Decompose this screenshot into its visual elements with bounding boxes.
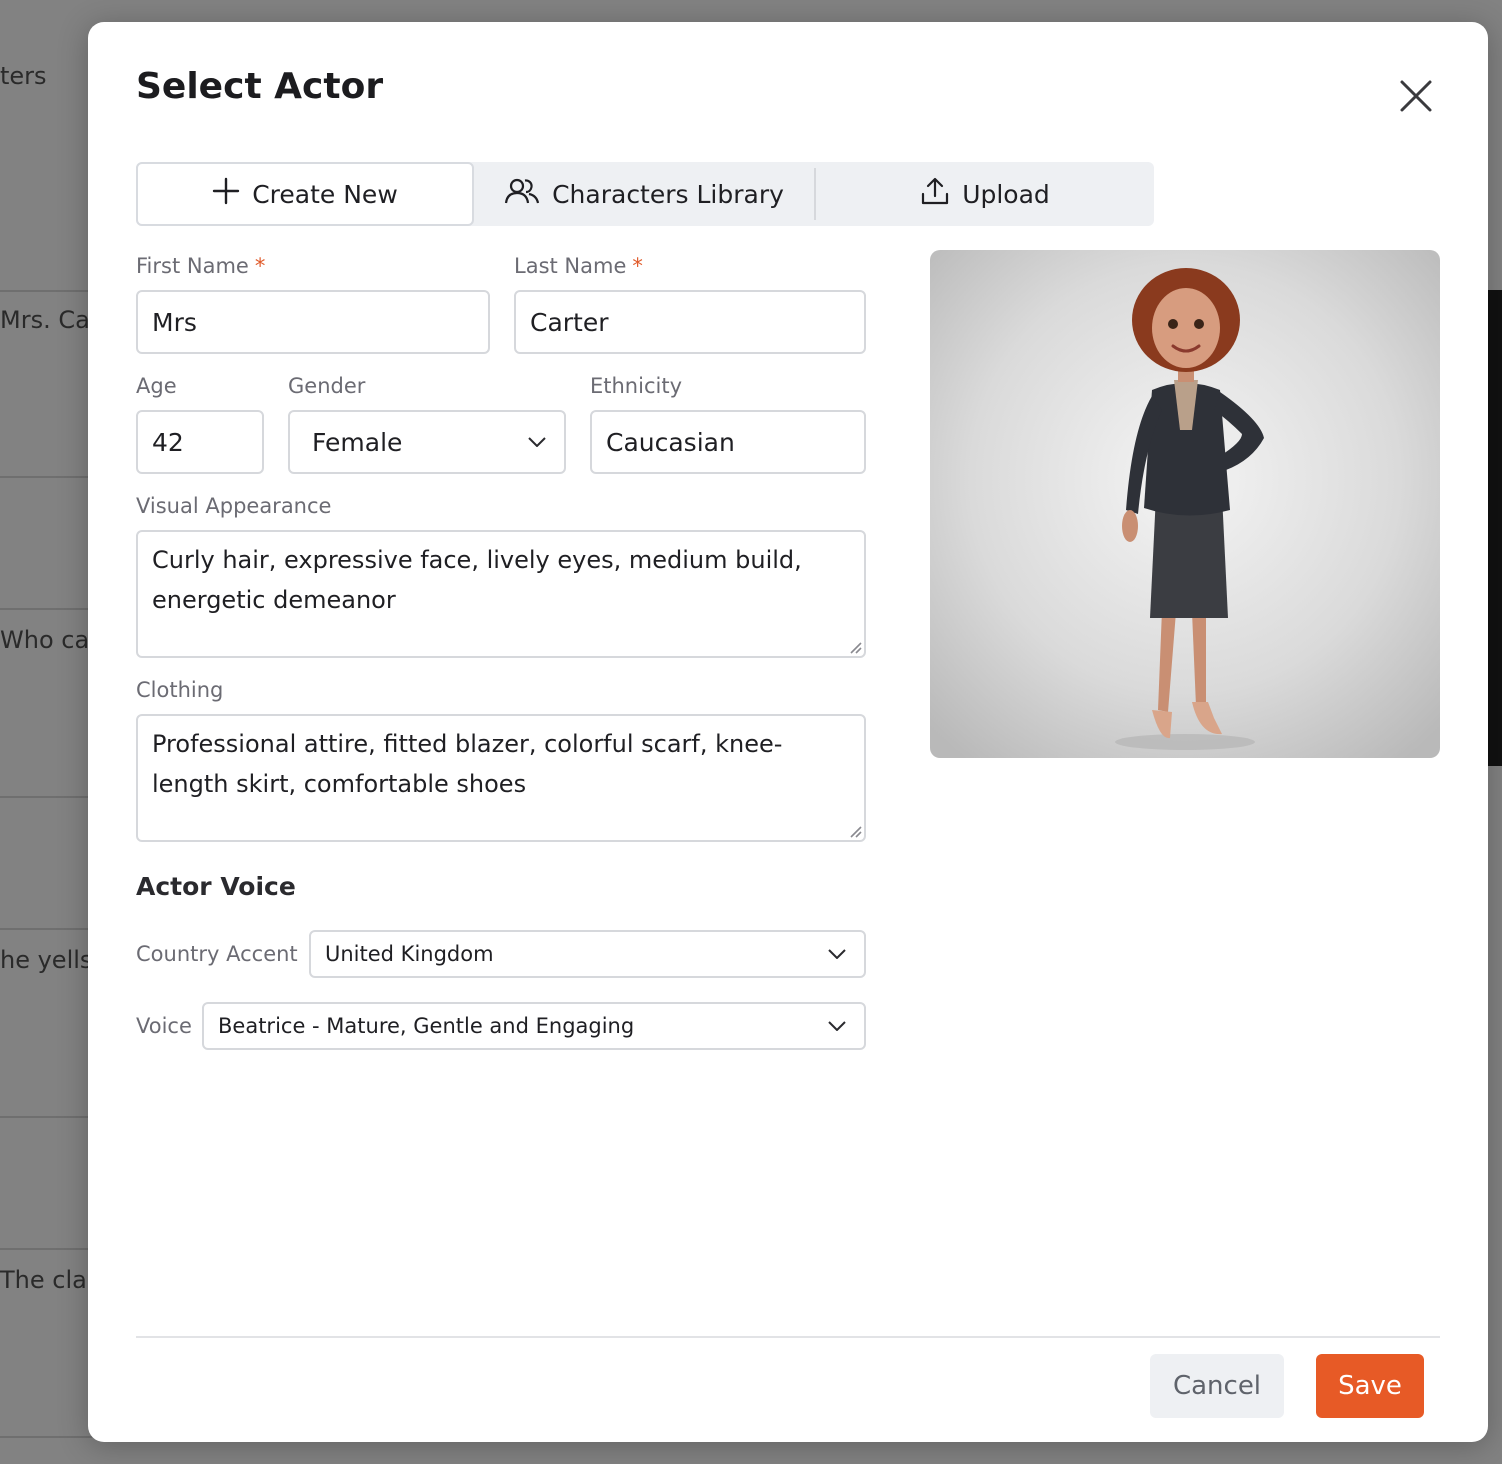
chevron-down-icon	[828, 949, 846, 959]
background-divider	[0, 928, 100, 930]
background-divider	[0, 796, 100, 798]
actor-voice-heading: Actor Voice	[136, 872, 296, 901]
visual-appearance-textarea[interactable]: Curly hair, expressive face, lively eyes…	[136, 530, 866, 658]
first-name-label-text: First Name	[136, 254, 249, 278]
last-name-value: Carter	[530, 307, 609, 337]
background-text: Mrs. Car	[0, 306, 100, 334]
visual-appearance-line: energetic demeanor	[152, 586, 396, 614]
close-icon[interactable]	[1396, 76, 1436, 116]
background-divider	[0, 1116, 100, 1118]
gender-label: Gender	[288, 374, 366, 398]
visual-appearance-line: Curly hair, expressive face, lively eyes…	[152, 546, 802, 574]
background-divider	[0, 476, 100, 478]
tab-upload[interactable]: Upload	[816, 162, 1154, 226]
clothing-textarea[interactable]: Professional attire, fitted blazer, colo…	[136, 714, 866, 842]
first-name-input[interactable]: Mrs	[136, 290, 490, 354]
background-text: The clas	[0, 1266, 100, 1294]
last-name-input[interactable]: Carter	[514, 290, 866, 354]
first-name-label: First Name *	[136, 254, 265, 278]
visual-appearance-label: Visual Appearance	[136, 494, 332, 518]
background-divider	[0, 1436, 100, 1438]
chevron-down-icon	[528, 437, 546, 447]
country-accent-label: Country Accent	[136, 942, 298, 966]
background-divider	[0, 290, 100, 292]
resize-handle-icon[interactable]	[846, 822, 862, 838]
first-name-value: Mrs	[152, 307, 197, 337]
required-mark: *	[632, 254, 643, 278]
footer-divider	[136, 1336, 1440, 1338]
tab-characters-library[interactable]: Characters Library	[474, 162, 814, 226]
clothing-label: Clothing	[136, 678, 224, 702]
background-panel	[1488, 290, 1502, 766]
required-mark: *	[254, 254, 266, 278]
voice-value: Beatrice - Mature, Gentle and Engaging	[218, 1014, 635, 1038]
voice-select[interactable]: Beatrice - Mature, Gentle and Engaging	[202, 1002, 866, 1050]
resize-handle-icon[interactable]	[846, 638, 862, 654]
save-button[interactable]: Save	[1316, 1354, 1424, 1418]
users-icon	[504, 177, 540, 211]
actor-source-tabs: Create New Characters Library Upload	[136, 162, 1154, 226]
background-text: Who car	[0, 626, 100, 654]
background-text: ters	[0, 62, 47, 90]
country-accent-select[interactable]: United Kingdom	[309, 930, 866, 978]
background-text: he yells	[0, 946, 93, 974]
modal-title: Select Actor	[136, 66, 384, 107]
clothing-line: length skirt, comfortable shoes	[152, 770, 527, 798]
country-accent-value: United Kingdom	[325, 942, 494, 966]
chevron-down-icon	[828, 1021, 846, 1031]
age-input[interactable]: 42	[136, 410, 264, 474]
tab-label: Characters Library	[552, 179, 784, 209]
last-name-label: Last Name *	[514, 254, 643, 278]
ethnicity-label: Ethnicity	[590, 374, 682, 398]
tab-create-new[interactable]: Create New	[136, 162, 474, 226]
ethnicity-value: Caucasian	[606, 427, 735, 457]
select-actor-modal: Select Actor Create New Characters Libra…	[88, 22, 1488, 1442]
background-divider	[0, 1248, 100, 1250]
tab-label: Upload	[962, 179, 1050, 209]
ethnicity-input[interactable]: Caucasian	[590, 410, 866, 474]
tab-label: Create New	[252, 179, 398, 209]
actor-preview-image	[930, 250, 1440, 758]
background-divider	[0, 608, 100, 610]
plus-icon	[212, 177, 240, 211]
voice-label: Voice	[136, 1014, 192, 1038]
last-name-label-text: Last Name	[514, 254, 627, 278]
upload-icon	[920, 176, 950, 212]
cancel-button[interactable]: Cancel	[1150, 1354, 1284, 1418]
age-value: 42	[152, 427, 184, 457]
clothing-line: Professional attire, fitted blazer, colo…	[152, 730, 783, 758]
gender-select[interactable]: Female	[288, 410, 566, 474]
gender-value: Female	[312, 427, 403, 457]
age-label: Age	[136, 374, 177, 398]
